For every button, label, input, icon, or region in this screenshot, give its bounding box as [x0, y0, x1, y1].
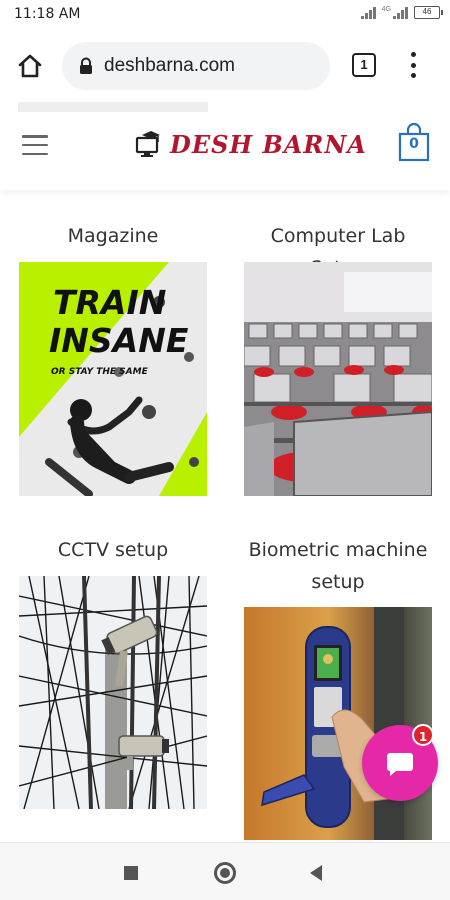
logo-text: DESH BARNA: [170, 129, 367, 159]
cart-button[interactable]: 0: [398, 122, 430, 162]
computer-graduation-logo-icon: [135, 131, 160, 157]
recent-apps-icon[interactable]: [124, 866, 138, 880]
status-time: 11:18 AM: [14, 6, 81, 22]
address-bar[interactable]: deshbarna.com: [62, 42, 330, 90]
home-icon[interactable]: [16, 52, 44, 80]
lock-icon: [80, 57, 92, 74]
back-nav-icon[interactable]: [310, 865, 322, 881]
status-bar: 11:18 AM 4G 46: [0, 0, 450, 30]
site-logo[interactable]: DESH BARNA: [134, 124, 367, 164]
hamburger-menu-icon[interactable]: [22, 135, 48, 155]
magazine-cover-art: TRAIN INSANE OR STAY THE SAME: [19, 262, 207, 496]
magazine-line-2: INSANE: [49, 321, 189, 360]
battery-icon: 46: [414, 6, 443, 19]
computer-lab-image[interactable]: [244, 262, 432, 496]
status-icons: 4G 46: [360, 6, 443, 19]
cart-count: 0: [409, 136, 419, 152]
home-nav-icon[interactable]: [214, 862, 236, 884]
network-type-icon: 4G: [381, 6, 391, 13]
browser-toolbar: deshbarna.com 1: [0, 30, 450, 102]
product-title[interactable]: Biometric machine setup: [244, 534, 432, 598]
overflow-menu-icon[interactable]: [408, 52, 418, 78]
site-header: DESH BARNA 0: [0, 102, 450, 190]
chat-bubble-icon: [387, 753, 413, 776]
biometric-lock-photo: [244, 607, 432, 840]
computer-lab-photo: [244, 262, 432, 496]
signal-icon-2: [393, 6, 408, 19]
product-title[interactable]: Magazine: [19, 220, 207, 252]
cctv-image[interactable]: [19, 576, 207, 809]
product-title[interactable]: CCTV setup: [19, 534, 207, 566]
url-text: deshbarna.com: [104, 55, 235, 76]
signal-icon: [360, 6, 376, 19]
chat-notification-badge: 1: [412, 724, 434, 746]
magazine-line-1: TRAIN: [53, 283, 166, 322]
tab-switcher-button[interactable]: 1: [352, 53, 376, 77]
system-nav-bar: [0, 842, 450, 900]
magazine-image[interactable]: TRAIN INSANE OR STAY THE SAME: [19, 262, 207, 496]
magazine-line-3: OR STAY THE SAME: [51, 367, 149, 377]
biometric-image[interactable]: [244, 607, 432, 840]
header-strip: [18, 102, 208, 112]
cctv-photo: [19, 576, 207, 809]
